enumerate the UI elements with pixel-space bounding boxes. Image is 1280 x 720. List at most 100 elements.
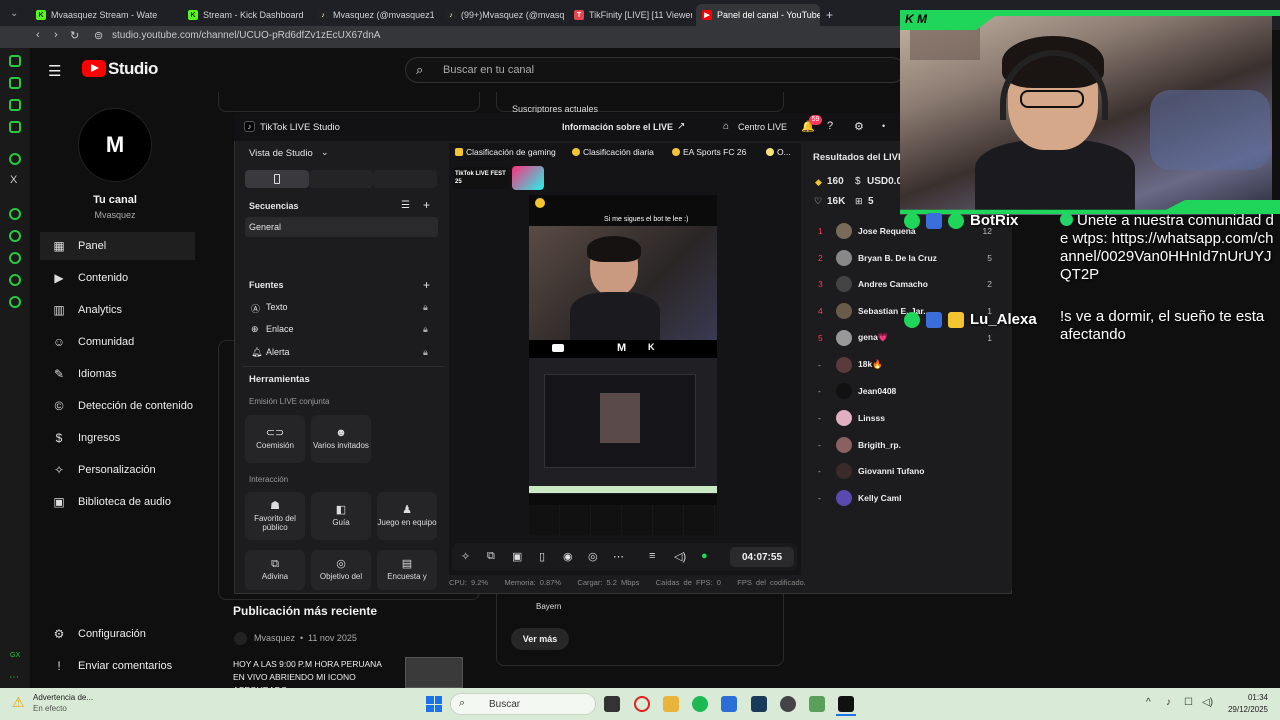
volume-icon[interactable]: ◁) bbox=[1202, 697, 1213, 708]
multi-guest-button[interactable]: ☻ Varios invitados bbox=[311, 415, 371, 463]
more-icon[interactable]: ⋯ bbox=[9, 672, 19, 683]
home-icon[interactable]: ⌂ bbox=[723, 121, 729, 132]
sidebar-item-ingresos[interactable]: $ Ingresos bbox=[40, 424, 195, 452]
youtube-logo-icon[interactable] bbox=[82, 60, 106, 77]
forward-icon[interactable]: › bbox=[54, 29, 58, 41]
extension-icon[interactable] bbox=[9, 121, 21, 133]
reload-icon[interactable]: ↻ bbox=[70, 29, 79, 42]
menu-icon[interactable]: ☰ bbox=[48, 62, 61, 80]
sidebar-item-idiomas[interactable]: ✎ Idiomas bbox=[40, 360, 195, 388]
url-text[interactable]: studio.youtube.com/channel/UCUO-pRd6dfZv… bbox=[112, 30, 380, 41]
ranking-row[interactable]: 5 gena💗 1 bbox=[818, 329, 998, 347]
ranking-row[interactable]: 3 Andres Camacho 2 bbox=[818, 275, 998, 293]
live-fest-banner[interactable]: TikTok LIVE FEST 25 bbox=[453, 167, 509, 189]
spotify-icon[interactable] bbox=[692, 696, 708, 712]
channel-avatar[interactable]: M bbox=[78, 108, 152, 182]
audience-favorite-button[interactable]: ☗ Favorito del público bbox=[245, 492, 305, 540]
app-icon[interactable] bbox=[809, 696, 825, 712]
sidebar-item-personalización[interactable]: ✧ Personalización bbox=[40, 456, 195, 484]
file-explorer-icon[interactable] bbox=[663, 696, 679, 712]
add-sequence-icon[interactable]: + bbox=[423, 198, 430, 212]
ranking-row[interactable]: - Jean0408 bbox=[818, 382, 998, 400]
settings-icon[interactable]: ⚙ bbox=[854, 120, 864, 133]
share-icon[interactable]: ↗ bbox=[677, 121, 685, 132]
extension-icon[interactable] bbox=[9, 77, 21, 89]
game-category-chip[interactable]: EA Sports FC 26 bbox=[672, 144, 746, 159]
extension-icon[interactable] bbox=[9, 274, 21, 286]
sidebar-item-biblioteca[interactable]: ▣ Biblioteca de audio bbox=[40, 488, 195, 516]
ranking-row[interactable]: - Kelly Caml bbox=[818, 489, 998, 507]
warning-title[interactable]: Advertencia de... bbox=[33, 693, 93, 702]
gx-icon[interactable]: GX bbox=[10, 652, 20, 659]
more-chip[interactable]: O... bbox=[766, 144, 791, 159]
source-item[interactable]: Texto bbox=[266, 302, 288, 312]
extension-icon[interactable] bbox=[9, 99, 21, 111]
tiktok-studio-taskbar-icon[interactable] bbox=[838, 696, 854, 712]
clock-time[interactable]: 01:34 bbox=[1228, 693, 1268, 702]
extension-icon[interactable] bbox=[9, 252, 21, 264]
landscape-layout-button[interactable] bbox=[309, 170, 373, 188]
sidebar-item-comunidad[interactable]: ☺ Comunidad bbox=[40, 328, 195, 356]
browser-tab[interactable]: K Stream - Kick Dashboard bbox=[182, 4, 306, 26]
microphone-icon[interactable]: ● bbox=[701, 550, 708, 562]
ranking-row[interactable]: - Brigith_rp. bbox=[818, 436, 998, 454]
sidebar-item-enviar[interactable]: ! Enviar comentarios bbox=[40, 652, 195, 680]
screen-icon[interactable]: ▣ bbox=[512, 550, 522, 563]
store-icon[interactable] bbox=[721, 696, 737, 712]
cohost-button[interactable]: ⊂⊃ Coemisión bbox=[245, 415, 305, 463]
dual-layout-button[interactable] bbox=[373, 170, 437, 188]
opera-icon[interactable] bbox=[634, 696, 650, 712]
live-center-button[interactable]: Centro LIVE bbox=[738, 122, 787, 132]
ranking-row[interactable]: - 18k🔥 bbox=[818, 356, 998, 374]
windows-start-icon[interactable] bbox=[426, 696, 442, 712]
tab-menu-icon[interactable]: ⌄ bbox=[10, 8, 18, 19]
taskbar-search[interactable]: Buscar bbox=[450, 693, 596, 715]
extension-icon[interactable] bbox=[9, 55, 21, 67]
layers-icon[interactable]: ⧉ bbox=[487, 550, 495, 563]
browser-tab[interactable]: ♪ Mvasquez (@mvasquez12 bbox=[312, 4, 434, 26]
volume-icon[interactable]: ◁) bbox=[674, 550, 686, 563]
studio-view-dropdown[interactable]: Vista de Studio bbox=[249, 148, 313, 159]
ranking-row[interactable]: - Linsss bbox=[818, 409, 998, 427]
new-tab-button[interactable]: + bbox=[820, 4, 840, 26]
team-game-button[interactable]: ♟ Juego en equipo bbox=[377, 492, 437, 540]
event-badge[interactable] bbox=[512, 166, 544, 190]
poll-button[interactable]: ▤ Encuesta y bbox=[377, 550, 437, 590]
guess-button[interactable]: ⧉ Adivina bbox=[245, 550, 305, 590]
network-icon[interactable]: ☐ bbox=[1184, 697, 1193, 708]
daily-ranking-chip[interactable]: Clasificación diaria bbox=[572, 144, 654, 159]
guide-button[interactable]: ◧ Guía bbox=[311, 492, 371, 540]
add-source-icon[interactable]: + bbox=[423, 278, 430, 292]
whatsapp-icon[interactable] bbox=[9, 153, 21, 165]
see-more-button[interactable]: Ver más bbox=[511, 628, 569, 650]
microphone-icon[interactable]: ♪ bbox=[1166, 697, 1171, 708]
browser-tab-active[interactable]: ▶ Panel del canal - YouTube bbox=[696, 4, 820, 26]
more-icon[interactable]: • bbox=[882, 121, 885, 131]
live-info-link[interactable]: Información sobre el LIVE bbox=[562, 122, 673, 132]
sidebar-item-detección[interactable]: © Detección de contenido bbox=[40, 392, 195, 420]
back-icon[interactable]: ‹ bbox=[36, 29, 40, 41]
task-view-icon[interactable] bbox=[604, 696, 620, 712]
vscode-icon[interactable] bbox=[751, 696, 767, 712]
browser-tab[interactable]: K Mvaasquez Stream - Wate bbox=[30, 4, 176, 26]
gaming-ranking-chip[interactable]: Clasificación de gaming bbox=[455, 144, 556, 159]
list-icon[interactable]: ☰ bbox=[401, 200, 410, 211]
gear-icon[interactable] bbox=[9, 296, 21, 308]
sidebar-item-configuración[interactable]: ⚙ Configuración bbox=[40, 620, 195, 648]
studio-logo-label[interactable]: Studio bbox=[108, 59, 158, 79]
goal-button[interactable]: ◎ Objetivo del bbox=[311, 550, 371, 590]
chevron-down-icon[interactable]: ⌄ bbox=[321, 147, 329, 158]
camera-icon[interactable]: ◎ bbox=[588, 550, 598, 563]
help-icon[interactable]: ? bbox=[827, 120, 833, 132]
lock-icon[interactable]: 🔒︎ bbox=[423, 324, 428, 335]
mixer-icon[interactable]: ≡ bbox=[649, 550, 655, 562]
clock-date[interactable]: 29/12/2025 bbox=[1218, 705, 1268, 714]
warning-icon[interactable]: ⚠ bbox=[12, 694, 25, 711]
browser-tab[interactable]: ♪ (99+)Mvasquez (@mvasq bbox=[440, 4, 564, 26]
record-icon[interactable]: ◉ bbox=[563, 550, 573, 563]
phone-icon[interactable]: ▯ bbox=[539, 550, 545, 563]
site-info-icon[interactable]: ⊜ bbox=[94, 29, 103, 42]
lock-icon[interactable]: 🔒︎ bbox=[423, 347, 428, 358]
sidebar-item-panel[interactable]: ▦ Panel bbox=[40, 232, 195, 260]
chevron-up-icon[interactable]: ^ bbox=[1146, 697, 1151, 708]
